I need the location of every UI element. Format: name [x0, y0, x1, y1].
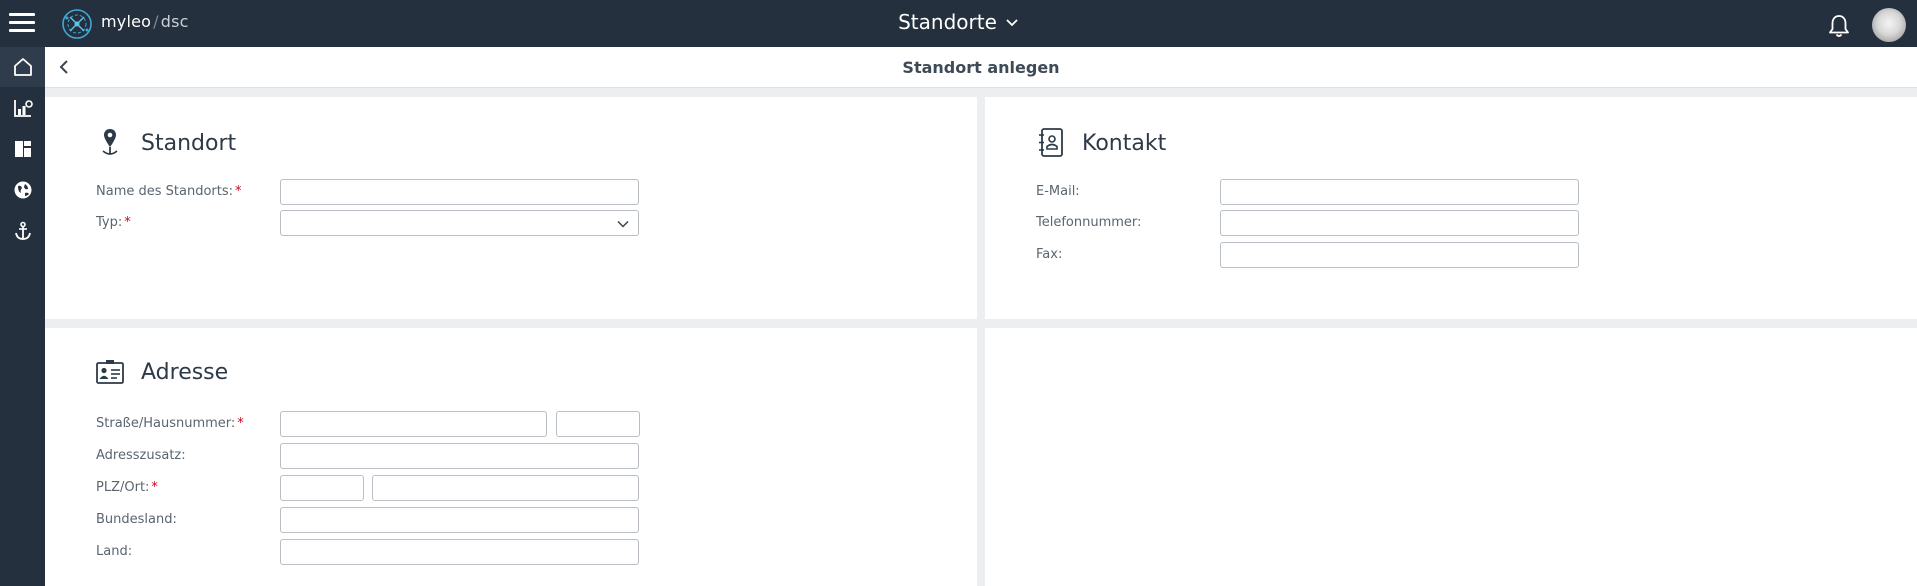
- module-title: Standorte: [898, 10, 997, 34]
- id-card-icon: [96, 356, 124, 388]
- brand-separator: /: [153, 12, 159, 31]
- field-row-telefon: Telefonnummer:: [1036, 210, 1579, 236]
- required-mark: *: [235, 184, 242, 199]
- adresse-card-title: Adresse: [141, 359, 229, 385]
- page-title: Standort anlegen: [902, 58, 1060, 77]
- sidebar-item-dashboard[interactable]: [0, 129, 45, 169]
- adresse-card: Adresse Straße/Hausnummer: * Adresszusatz…: [45, 328, 977, 586]
- plz-input[interactable]: [280, 475, 364, 501]
- sidebar-item-home[interactable]: [0, 47, 45, 87]
- strasse-label: Straße/Hausnummer: *: [96, 416, 244, 431]
- field-row-strasse: Straße/Hausnummer: *: [96, 411, 640, 437]
- required-mark: *: [237, 416, 244, 431]
- field-row-land: Land:: [96, 539, 639, 565]
- page-header: Standort anlegen: [45, 47, 1917, 88]
- telefon-label: Telefonnummer:: [1036, 215, 1142, 230]
- address-book-icon: [1037, 127, 1065, 159]
- land-label: Land:: [96, 544, 133, 559]
- adresszusatz-input[interactable]: [280, 443, 639, 469]
- empty-card: [985, 328, 1917, 586]
- kontakt-card: Kontakt E-Mail: Telefonnummer: Fax:: [985, 97, 1917, 319]
- kontakt-card-header: Kontakt: [1037, 127, 1166, 159]
- module-title-container: Standorte: [0, 10, 1917, 34]
- typ-select[interactable]: [280, 210, 639, 236]
- sidebar: [0, 47, 45, 586]
- brand-product: dsc: [160, 12, 189, 31]
- fax-label: Fax:: [1036, 247, 1063, 262]
- chevron-down-icon: [617, 220, 629, 228]
- field-row-bundesland: Bundesland:: [96, 507, 639, 533]
- bundesland-input[interactable]: [280, 507, 639, 533]
- field-row-plz-ort: PLZ/Ort: *: [96, 475, 639, 501]
- required-mark: *: [151, 480, 158, 495]
- chevron-down-icon: [1006, 19, 1018, 27]
- anchor-icon: [14, 221, 31, 240]
- myleo-logo-icon: [62, 9, 92, 39]
- strasse-input[interactable]: [280, 411, 547, 437]
- standort-card: Standort Name des Standorts: * Typ: *: [45, 97, 977, 319]
- field-row-zusatz: Adresszusatz:: [96, 443, 639, 469]
- field-row-fax: Fax:: [1036, 242, 1579, 268]
- location-pin-icon: [96, 127, 124, 159]
- top-bar: myleo / dsc Standorte: [0, 0, 1917, 47]
- adresse-card-header: Adresse: [96, 356, 228, 388]
- zusatz-label: Adresszusatz:: [96, 448, 186, 463]
- sidebar-item-anchor[interactable]: [0, 211, 45, 251]
- dashboard-layout-icon: [14, 141, 31, 157]
- home-icon: [13, 58, 32, 76]
- required-mark: *: [124, 215, 131, 230]
- ort-input[interactable]: [372, 475, 639, 501]
- bundesland-label: Bundesland:: [96, 512, 177, 527]
- field-row-email: E-Mail:: [1036, 179, 1579, 205]
- hausnummer-input[interactable]: [556, 411, 640, 437]
- field-row-typ: Typ: *: [96, 210, 639, 236]
- field-row-name: Name des Standorts: *: [96, 179, 639, 205]
- typ-label: Typ: *: [96, 215, 131, 230]
- user-avatar[interactable]: [1872, 8, 1906, 42]
- email-label: E-Mail:: [1036, 184, 1080, 199]
- globe-icon: [14, 181, 31, 199]
- module-switcher[interactable]: Standorte: [898, 10, 1019, 34]
- sidebar-item-globe[interactable]: [0, 170, 45, 210]
- kontakt-card-title: Kontakt: [1082, 130, 1167, 156]
- hamburger-menu-icon[interactable]: [9, 13, 35, 33]
- brand-wordmark: myleo / dsc: [101, 12, 189, 31]
- bell-icon[interactable]: [1826, 13, 1852, 39]
- standort-card-header: Standort: [96, 127, 236, 159]
- telefon-input[interactable]: [1220, 210, 1579, 236]
- email-input[interactable]: [1220, 179, 1579, 205]
- standort-card-title: Standort: [141, 130, 237, 156]
- brand-name: myleo: [101, 12, 152, 31]
- fax-input[interactable]: [1220, 242, 1579, 268]
- chart-settings-icon: [13, 100, 33, 117]
- name-input[interactable]: [280, 179, 639, 205]
- land-input[interactable]: [280, 539, 639, 565]
- plz-ort-label: PLZ/Ort: *: [96, 480, 158, 495]
- name-label: Name des Standorts: *: [96, 184, 242, 199]
- sidebar-item-analytics[interactable]: [0, 88, 45, 128]
